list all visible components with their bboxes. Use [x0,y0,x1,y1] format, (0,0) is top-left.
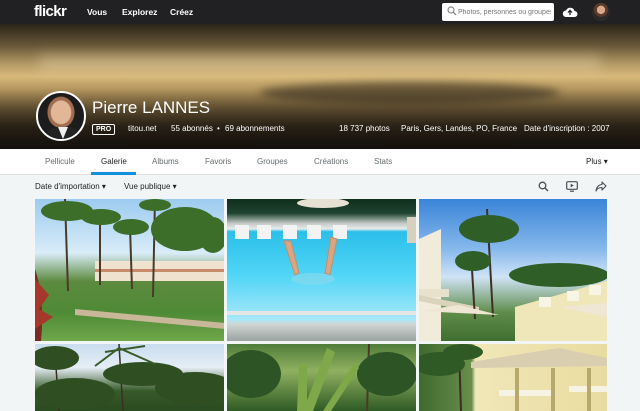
photo-palms [35,344,224,411]
gallery-photo[interactable] [419,344,607,411]
photo-pool [227,199,416,315]
photo-palm-garden [35,199,224,341]
gallery-photo[interactable] [227,344,416,411]
photos-count: 18 737 photos [339,124,390,133]
gallery-photo[interactable] [227,199,416,341]
tab-galerie[interactable]: Galerie [101,157,127,166]
meta-separator: • [217,124,220,133]
pro-badge: PRO [92,124,116,135]
search-box[interactable] [442,3,554,21]
followers-count[interactable]: 55 abonnés [171,124,213,133]
profile-website-link[interactable]: titou.net [128,124,156,133]
tab-favoris[interactable]: Favoris [205,157,231,166]
search-icon [447,6,457,16]
slideshow-icon[interactable] [566,181,578,192]
following-count[interactable]: 69 abonnements [225,124,285,133]
profile-avatar[interactable] [36,91,86,141]
tab-groupes[interactable]: Groupes [257,157,288,166]
profile-tabs: Pellicule Galerie Albums Favoris Groupes… [0,149,640,175]
sort-dropdown[interactable]: Date d'importation ▾ [35,182,106,191]
gallery-photo[interactable] [35,199,224,341]
tab-pellicule[interactable]: Pellicule [45,157,75,166]
account-avatar[interactable] [592,3,610,21]
nav-create[interactable]: Créez [170,7,193,17]
view-dropdown[interactable]: Vue publique ▾ [124,182,177,191]
gallery-photo[interactable] [35,344,224,411]
chevron-down-icon: ▾ [101,182,106,191]
photo-resort-balcony [419,208,607,341]
tab-stats[interactable]: Stats [374,157,392,166]
photo-garden-palm [227,344,416,411]
join-date: Date d'inscription : 2007 [524,124,610,133]
share-icon[interactable] [595,181,607,192]
gallery-photo[interactable] [419,199,607,341]
profile-name: Pierre LANNES [92,98,211,117]
active-tab-indicator [91,172,136,175]
more-menu-button[interactable]: Plus ▾ [586,157,608,166]
photo-resort-building [419,344,607,411]
top-navigation-bar: flickr Vous Explorez Créez [0,0,640,24]
chevron-down-icon: ▾ [172,182,177,191]
profile-location: Paris, Gers, Landes, PO, France [401,124,518,133]
tab-creations[interactable]: Créations [314,157,348,166]
gallery-toolbar: Date d'importation ▾ Vue publique ▾ [0,176,640,198]
search-input[interactable] [458,5,551,19]
upload-cloud-icon[interactable] [562,5,578,18]
search-icon[interactable] [538,181,549,192]
nav-you[interactable]: Vous [87,7,107,17]
nav-explore[interactable]: Explorez [122,7,157,17]
flickr-logo[interactable]: flickr [34,3,67,20]
tab-albums[interactable]: Albums [152,157,179,166]
